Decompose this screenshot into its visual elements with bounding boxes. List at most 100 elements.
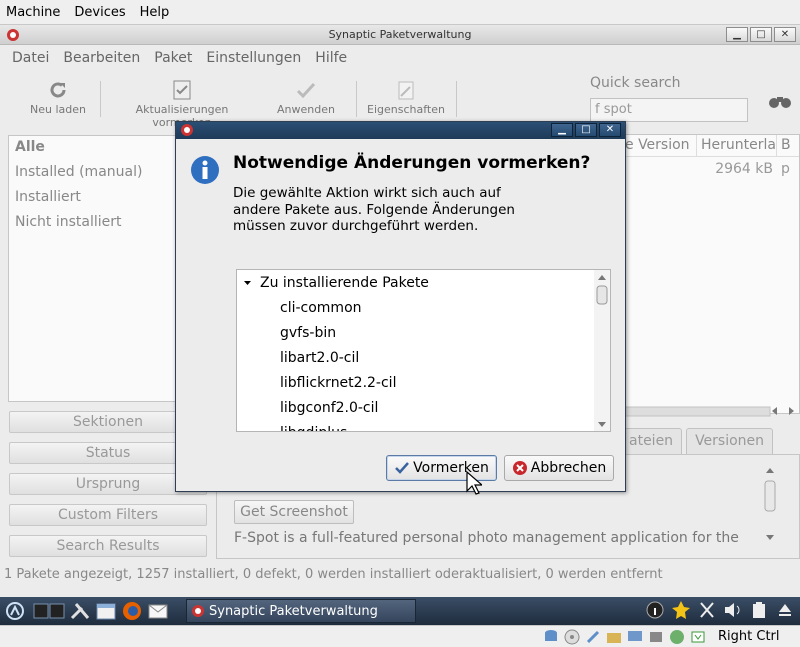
column-download-size[interactable]: Herunterla (697, 135, 777, 156)
synaptic-taskbar-icon (192, 605, 204, 617)
tab-versionen[interactable]: Versionen (686, 428, 774, 454)
tree-group-label: Zu installierende Pakete (260, 275, 429, 291)
host-menu-machine[interactable]: Machine (6, 5, 60, 20)
menu-hilfe[interactable]: Hilfe (315, 50, 347, 66)
mouse-cursor-icon (466, 471, 482, 495)
taskbar: Synaptic Paketverwaltung (0, 597, 800, 625)
list-item: gvfs-bin (280, 325, 337, 341)
quick-search-input[interactable]: f spot (590, 98, 748, 122)
changes-tree: Zu installierende Pakete cli-common gvfs… (236, 269, 611, 432)
dialog-message: Die gewählte Aktion wirkt sich auch auf … (233, 185, 515, 234)
quick-search-label: Quick search (590, 75, 681, 91)
detail-scrollbar[interactable] (762, 465, 778, 545)
close-button[interactable]: ✕ (774, 27, 796, 42)
synaptic-dialog-icon (181, 124, 193, 136)
get-screenshot-button[interactable]: Get Screenshot (234, 500, 354, 524)
properties-label: Eigenschaften (367, 103, 445, 116)
reload-button[interactable]: Neu laden (22, 77, 94, 116)
window-titlebar: Synaptic Paketverwaltung ▁ □ ✕ (0, 25, 800, 45)
properties-button[interactable]: Eigenschaften (362, 77, 450, 116)
system-tray (644, 599, 796, 621)
file-manager-icon[interactable] (94, 600, 118, 622)
list-item: libart2.0-cil (280, 350, 360, 366)
mark-upgrades-icon (173, 80, 191, 100)
dialog-maximize-button[interactable]: □ (575, 123, 597, 137)
reload-icon (50, 82, 66, 98)
display-icon[interactable] (626, 628, 644, 646)
list-item: libgconf2.0-cil (280, 400, 379, 416)
menu-bearbeiten[interactable]: Bearbeiten (63, 50, 140, 66)
menu-einstellungen[interactable]: Einstellungen (206, 50, 301, 66)
apply-label: Anwenden (277, 103, 335, 116)
maximize-button[interactable]: □ (750, 27, 772, 42)
host-menubar: Machine Devices Help (0, 0, 800, 25)
network-icon[interactable] (647, 628, 665, 646)
custom-filters-button[interactable]: Custom Filters (9, 504, 207, 526)
taskbar-window-label: Synaptic Paketverwaltung (209, 603, 378, 619)
list-item: libgdiplus (280, 425, 347, 431)
battery-tray-icon[interactable] (748, 599, 770, 621)
search-results-button[interactable]: Search Results (9, 535, 207, 557)
mail-icon[interactable] (146, 600, 170, 622)
package-description: F-Spot is a full-featured personal photo… (234, 530, 739, 546)
info-tray-icon[interactable] (644, 599, 666, 621)
app-menubar: Datei Bearbeiten Paket Einstellungen Hil… (0, 46, 800, 70)
package-table-header: e Version Herunterla B (621, 135, 799, 157)
abbrechen-label: Abbrechen (530, 460, 607, 476)
package-table: e Version Herunterla B 2964 kB p (620, 134, 800, 414)
host-key-label: Right Ctrl (718, 629, 780, 644)
volume-tray-icon[interactable] (722, 599, 744, 621)
dialog-heading: Notwendige Änderungen vormerken? (233, 153, 591, 173)
tree-group-to-install[interactable]: Zu installierende Pakete (243, 275, 429, 291)
window-title: Synaptic Paketverwaltung (328, 28, 472, 41)
host-menu-help[interactable]: Help (140, 5, 170, 20)
dialog-minimize-button[interactable]: ▁ (551, 123, 573, 137)
cancel-icon (512, 461, 527, 475)
row-description: p (781, 161, 790, 177)
hard-disk-icon[interactable] (542, 628, 560, 646)
firefox-icon[interactable] (120, 600, 144, 622)
reload-label: Neu laden (30, 103, 86, 116)
menu-paket[interactable]: Paket (154, 50, 192, 66)
apply-button[interactable]: Anwenden (270, 77, 342, 116)
start-icon (6, 602, 24, 620)
eject-tray-icon[interactable] (774, 599, 796, 621)
optical-drive-icon[interactable] (563, 628, 581, 646)
info-icon (191, 156, 219, 184)
updates-tray-icon[interactable] (670, 599, 692, 621)
column-version[interactable]: e Version (621, 135, 697, 156)
taskbar-window-synaptic[interactable]: Synaptic Paketverwaltung (186, 599, 416, 623)
binoculars-icon[interactable] (768, 91, 792, 111)
usb-icon[interactable] (584, 628, 602, 646)
checkmark-icon (395, 462, 410, 474)
desktop-icon[interactable] (32, 600, 66, 622)
expander-icon[interactable] (243, 279, 252, 288)
settings-tools-icon[interactable] (68, 600, 92, 622)
keyboard-capture-icon[interactable] (689, 628, 707, 646)
minimize-button[interactable]: ▁ (726, 27, 748, 42)
menu-datei[interactable]: Datei (12, 50, 49, 66)
list-item: libflickrnet2.2-cil (280, 375, 397, 391)
vbox-statusbar: Right Ctrl (0, 625, 800, 647)
table-row[interactable]: 2964 kB p (621, 157, 799, 183)
confirm-changes-dialog: ▁ □ ✕ Notwendige Änderungen vormerken? D… (175, 121, 626, 492)
list-item: cli-common (280, 300, 362, 316)
scissors-tray-icon[interactable] (696, 599, 718, 621)
host-menu-devices[interactable]: Devices (74, 5, 125, 20)
tab-dateien[interactable]: ateien (620, 428, 683, 454)
mouse-integration-icon[interactable] (668, 628, 686, 646)
shared-folders-icon[interactable] (605, 628, 623, 646)
abbrechen-button[interactable]: Abbrechen (504, 455, 614, 481)
row-size: 2964 kB (715, 161, 773, 177)
detail-tabs: ateien Versionen (620, 428, 774, 454)
checkmark-icon (296, 82, 316, 99)
column-description[interactable]: B (777, 135, 797, 156)
dialog-close-button[interactable]: ✕ (599, 123, 621, 137)
tree-scrollbar[interactable] (594, 270, 610, 431)
synaptic-app-icon (7, 29, 19, 41)
start-menu-button[interactable] (2, 598, 28, 624)
horizontal-scrollbar[interactable] (620, 404, 800, 418)
dialog-titlebar: ▁ □ ✕ (176, 122, 625, 139)
properties-icon (398, 81, 414, 100)
status-bar: 1 Pakete angezeigt, 1257 installiert, 0 … (4, 567, 663, 582)
